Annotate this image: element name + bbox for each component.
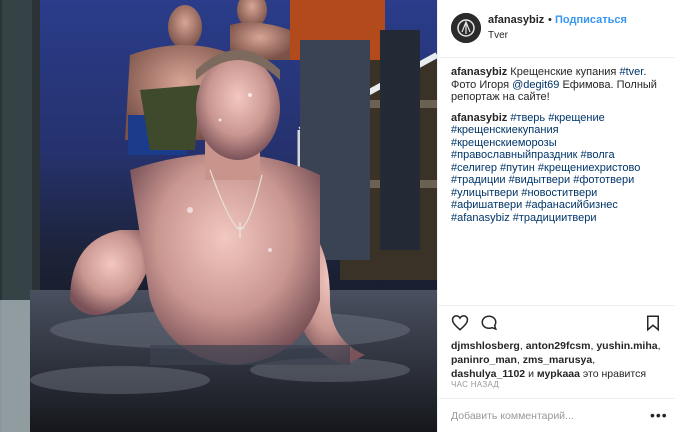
hashtag-link[interactable]: #видытвери [509,174,571,186]
likes-suffix: это нравится [582,368,647,380]
username-link[interactable]: afanasybiz [488,14,544,26]
post-timestamp[interactable]: ЧАС НАЗАД [451,380,499,389]
hashtag-link[interactable]: #православныйпраздник [451,149,577,161]
hashtag-comment: afanasybiz #тверь #крещение #крещенскиек… [451,112,663,225]
hashtag-link[interactable]: #новоститвери [521,187,597,199]
hashtag-link[interactable]: #волга [581,149,615,161]
liker-link[interactable]: paninro_man [451,354,517,366]
comment-author[interactable]: afanasybiz [451,112,507,124]
hashtag-link[interactable]: #тверь [510,112,545,124]
likes-and: и [528,368,534,380]
avatar[interactable] [451,13,481,43]
follow-button[interactable]: Подписаться [555,14,627,26]
liker-link[interactable]: мурkaaa [537,368,580,380]
likes-summary: djmshlosberg, anton29fcsm, yushin.miha, … [451,340,661,380]
hashtag-link[interactable]: #традициитвери [513,212,597,224]
liker-link[interactable]: yushin.miha [596,340,657,352]
hashtag-link[interactable]: #селигер [451,162,497,174]
avatar-logo-icon [451,13,481,43]
liker-link[interactable]: zms_marusya [523,354,592,366]
hashtag-link[interactable]: #tver [619,66,643,78]
hashtag-link[interactable]: #крещениехристово [538,162,640,174]
location-link[interactable]: Tver [488,30,508,41]
comment-bubble-icon[interactable] [480,314,498,332]
hashtag-link[interactable]: #фототвери [573,174,634,186]
comment-author[interactable]: afanasybiz [451,66,507,78]
caption-text: Крещенские купания [507,66,620,78]
liker-link[interactable]: dashulya_1102 [451,368,525,380]
separator-dot: • [548,14,552,26]
liker-link[interactable]: djmshlosberg [451,340,520,352]
comments-list: afanasybiz Крещенские купания #tver. Фот… [451,66,663,232]
mention-link[interactable]: @degit69 [512,79,559,91]
add-comment-box[interactable]: Добавить комментарий... ••• [438,398,675,432]
hashtag-list: #тверь #крещение #крещенскиекупания #кре… [451,112,640,224]
hashtag-link[interactable]: #традиции [451,174,506,186]
bookmark-icon[interactable] [644,314,662,332]
caption-comment: afanasybiz Крещенские купания #tver. Фот… [451,66,663,104]
hashtag-link[interactable]: #afanasybiz [451,212,510,224]
post-photo[interactable] [0,0,437,432]
hashtag-link[interactable]: #афишатвери [451,199,522,211]
hashtag-link[interactable]: #улицытвери [451,187,518,199]
photo-image [0,0,437,432]
liker-link[interactable]: anton29fcsm [526,340,591,352]
hashtag-link[interactable]: #путин [500,162,535,174]
hashtag-link[interactable]: #крещение [548,112,605,124]
hashtag-link[interactable]: #крещенскиекупания [451,124,559,136]
hashtag-link[interactable]: #крещенскиеморозы [451,137,557,149]
comment-input[interactable]: Добавить комментарий... [451,410,574,422]
heart-icon[interactable] [451,314,469,332]
post-header: afanasybiz • Подписаться Tver [438,0,675,58]
more-options-icon[interactable]: ••• [650,407,668,423]
hashtag-link[interactable]: #афанасийбизнес [525,199,618,211]
action-bar [438,305,675,337]
post-side-panel: afanasybiz • Подписаться Tver afanasybiz… [437,0,675,432]
